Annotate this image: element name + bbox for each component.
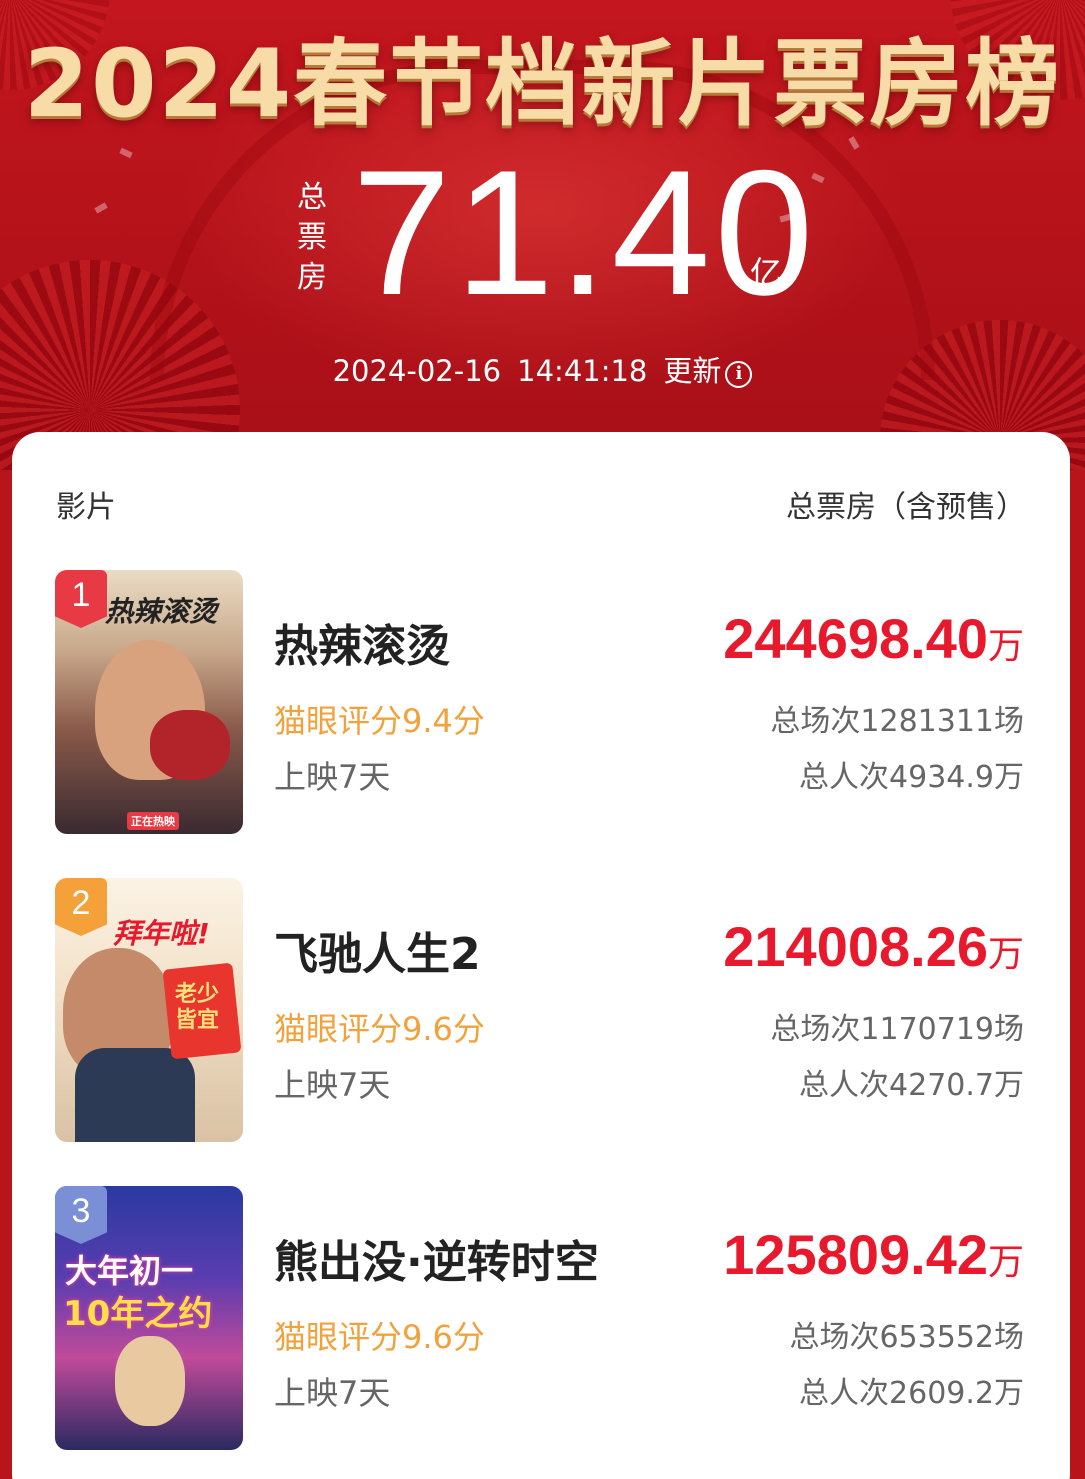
gross-value: 214008.26万	[723, 914, 1024, 979]
gross-value: 244698.40万	[723, 606, 1024, 671]
rank-badge: 3	[55, 1186, 107, 1244]
rank-badge: 2	[55, 878, 107, 936]
update-timestamp[interactable]: 2024-02-16 14:41:18 更新 i	[0, 348, 1085, 390]
movie-row[interactable]: 大年初一 10年之约 3 熊出没·逆转时空 猫眼评分9.6分 上映7天 1258…	[12, 1186, 1070, 1451]
poster-title: 拜年啦!	[113, 917, 210, 950]
column-header-box-office: 总票房（含预售）	[786, 490, 1026, 525]
label-char: 房	[297, 260, 327, 295]
movie-rating: 猫眼评分9.6分	[274, 1318, 485, 1356]
gross-unit: 万	[987, 1242, 1024, 1283]
total-admissions: 总人次4270.7万	[799, 1068, 1024, 1103]
poster-tag: 正在热映	[127, 812, 179, 830]
rank-badge: 1	[55, 570, 107, 628]
page-title: 2024春节档新片票房榜	[23, 30, 1062, 139]
total-shows: 总场次653552场	[789, 1320, 1024, 1355]
boxing-glove	[150, 710, 230, 780]
movie-rating: 猫眼评分9.4分	[274, 702, 485, 740]
movie-title[interactable]: 飞驰人生2	[274, 918, 481, 982]
gross-unit: 万	[987, 934, 1024, 975]
total-box-office-value: 71.40	[352, 133, 818, 332]
update-time: 14:41:18	[517, 354, 648, 388]
info-icon[interactable]: i	[725, 361, 753, 388]
movie-poster[interactable]: 热辣滚烫 正在热映 1	[55, 570, 243, 834]
movie-poster[interactable]: 拜年啦! 老少皆宜 2	[55, 878, 243, 1142]
release-days: 上映7天	[274, 1066, 391, 1104]
poster-body	[75, 1048, 195, 1142]
movie-rating: 猫眼评分9.6分	[274, 1010, 485, 1048]
column-header-film: 影片	[56, 490, 116, 525]
update-date: 2024-02-16	[332, 354, 502, 388]
gross-number: 125809.42	[723, 1223, 988, 1286]
header-banner: 2024春节档新片票房榜 总 票 房 71.40 亿 2024-02-16 14:…	[0, 0, 1085, 470]
confetti	[94, 202, 108, 214]
update-label: 更新	[663, 354, 722, 388]
total-box-office-label: 总 票 房	[292, 178, 332, 298]
movie-title[interactable]: 热辣滚烫	[274, 610, 450, 674]
poster-slogan: 10年之约	[63, 1294, 213, 1334]
movie-row[interactable]: 拜年啦! 老少皆宜 2 飞驰人生2 猫眼评分9.6分 上映7天 214008.2…	[12, 878, 1070, 1143]
poster-title: 热辣滚烫	[105, 595, 218, 628]
gross-number: 214008.26	[723, 915, 988, 978]
total-shows: 总场次1170719场	[770, 1012, 1024, 1047]
confetti	[119, 147, 133, 159]
movie-title[interactable]: 熊出没·逆转时空	[274, 1226, 599, 1290]
release-days: 上映7天	[274, 1374, 391, 1412]
total-shows: 总场次1281311场	[770, 704, 1024, 739]
total-admissions: 总人次2609.2万	[799, 1376, 1024, 1411]
total-box-office-unit: 亿	[750, 254, 783, 292]
release-days: 上映7天	[274, 758, 391, 796]
label-char: 总	[297, 180, 327, 215]
poster-slogan: 老少皆宜	[175, 982, 220, 1033]
movie-row[interactable]: 热辣滚烫 正在热映 1 热辣滚烫 猫眼评分9.4分 上映7天 244698.40…	[12, 570, 1070, 835]
gross-value: 125809.42万	[723, 1222, 1024, 1287]
poster-figure	[115, 1336, 185, 1426]
gross-unit: 万	[987, 626, 1024, 667]
gross-number: 244698.40	[723, 607, 988, 670]
label-char: 票	[297, 220, 327, 255]
total-admissions: 总人次4934.9万	[799, 760, 1024, 795]
box-office-list-card: 影片 总票房（含预售） 热辣滚烫 正在热映 1 热辣滚烫 猫眼评分9.4分 上映…	[12, 432, 1070, 1479]
movie-poster[interactable]: 大年初一 10年之约 3	[55, 1186, 243, 1450]
